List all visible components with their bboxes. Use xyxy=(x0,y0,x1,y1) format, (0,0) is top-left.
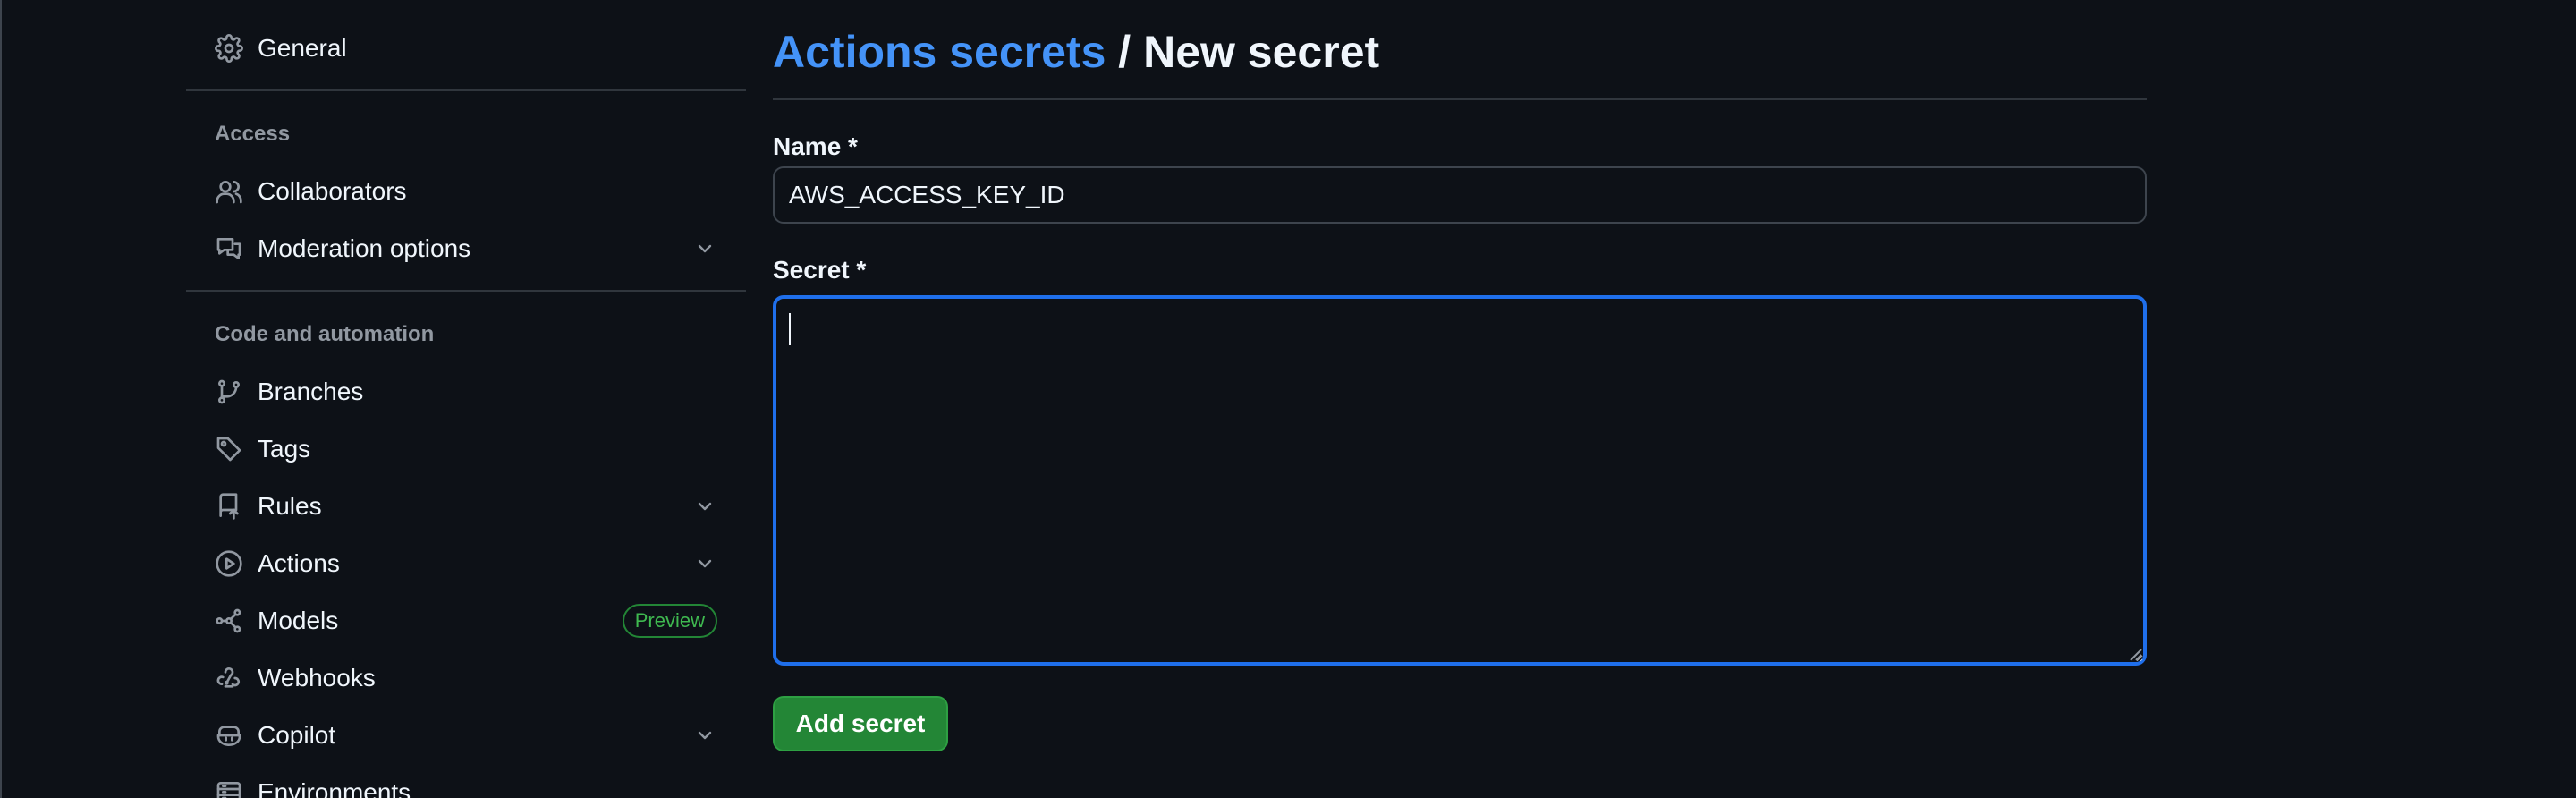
section-heading-code-automation: Code and automation xyxy=(215,322,435,346)
add-secret-button[interactable]: Add secret xyxy=(773,696,948,751)
sidebar-item-label: Copilot xyxy=(258,721,336,749)
chevron-down-icon[interactable] xyxy=(692,494,717,519)
sidebar-item-collaborators[interactable]: Collaborators xyxy=(186,166,746,216)
repo-push-icon xyxy=(215,492,243,521)
comment-discussion-icon xyxy=(215,234,243,263)
settings-page: General Access Collaborators Moderation … xyxy=(0,0,2576,798)
tag-icon xyxy=(215,435,243,463)
play-icon xyxy=(215,549,243,578)
breadcrumb-actions-secrets-link[interactable]: Actions secrets xyxy=(773,27,1106,77)
gear-icon xyxy=(215,34,243,63)
sidebar-item-label: Collaborators xyxy=(258,177,407,205)
sidebar-divider xyxy=(186,290,746,292)
secret-label: Secret * xyxy=(773,256,867,284)
page-title: Actions secrets / New secret xyxy=(773,25,1379,79)
sidebar-item-label: General xyxy=(258,34,347,62)
server-icon xyxy=(215,778,243,798)
copilot-icon xyxy=(215,721,243,750)
chevron-down-icon[interactable] xyxy=(692,551,717,576)
sidebar-item-branches[interactable]: Branches xyxy=(186,367,746,417)
secret-value-textarea[interactable] xyxy=(773,295,2147,666)
sidebar-item-webhooks[interactable]: Webhooks xyxy=(186,653,746,703)
people-icon xyxy=(215,177,243,206)
sidebar-item-label: Moderation options xyxy=(258,234,471,262)
sidebar-item-label: Tags xyxy=(258,435,311,463)
sidebar-item-label: Actions xyxy=(258,549,340,577)
sidebar-item-general[interactable]: General xyxy=(186,23,746,73)
model-icon xyxy=(215,607,243,635)
section-heading-access: Access xyxy=(215,122,291,146)
sidebar-item-moderation-options[interactable]: Moderation options xyxy=(186,224,746,274)
chevron-down-icon[interactable] xyxy=(692,723,717,748)
sidebar-divider xyxy=(186,89,746,91)
sidebar-item-copilot[interactable]: Copilot xyxy=(186,710,746,760)
git-branch-icon xyxy=(215,378,243,406)
sidebar-item-label: Models xyxy=(258,607,339,634)
sidebar-item-tags[interactable]: Tags xyxy=(186,424,746,474)
sidebar-item-label: Environments xyxy=(258,778,411,798)
webhook-icon xyxy=(215,664,243,692)
page-title-current: New secret xyxy=(1143,27,1380,77)
chevron-down-icon[interactable] xyxy=(692,236,717,261)
sidebar-item-actions[interactable]: Actions xyxy=(186,539,746,589)
secret-name-input[interactable] xyxy=(773,166,2147,224)
breadcrumb-separator: / xyxy=(1118,27,1131,77)
name-label: Name * xyxy=(773,132,858,160)
sidebar-item-models[interactable]: Models Preview xyxy=(186,596,746,646)
sidebar-item-label: Branches xyxy=(258,378,364,405)
title-divider xyxy=(773,98,2147,100)
sidebar-item-environments[interactable]: Environments xyxy=(186,768,746,798)
sidebar-item-label: Rules xyxy=(258,492,322,520)
window-edge xyxy=(0,0,2,798)
sidebar-item-label: Webhooks xyxy=(258,664,376,692)
preview-badge: Preview xyxy=(622,604,717,638)
text-caret xyxy=(789,313,791,345)
sidebar-item-rules[interactable]: Rules xyxy=(186,481,746,531)
resize-handle-icon[interactable] xyxy=(2125,644,2143,662)
